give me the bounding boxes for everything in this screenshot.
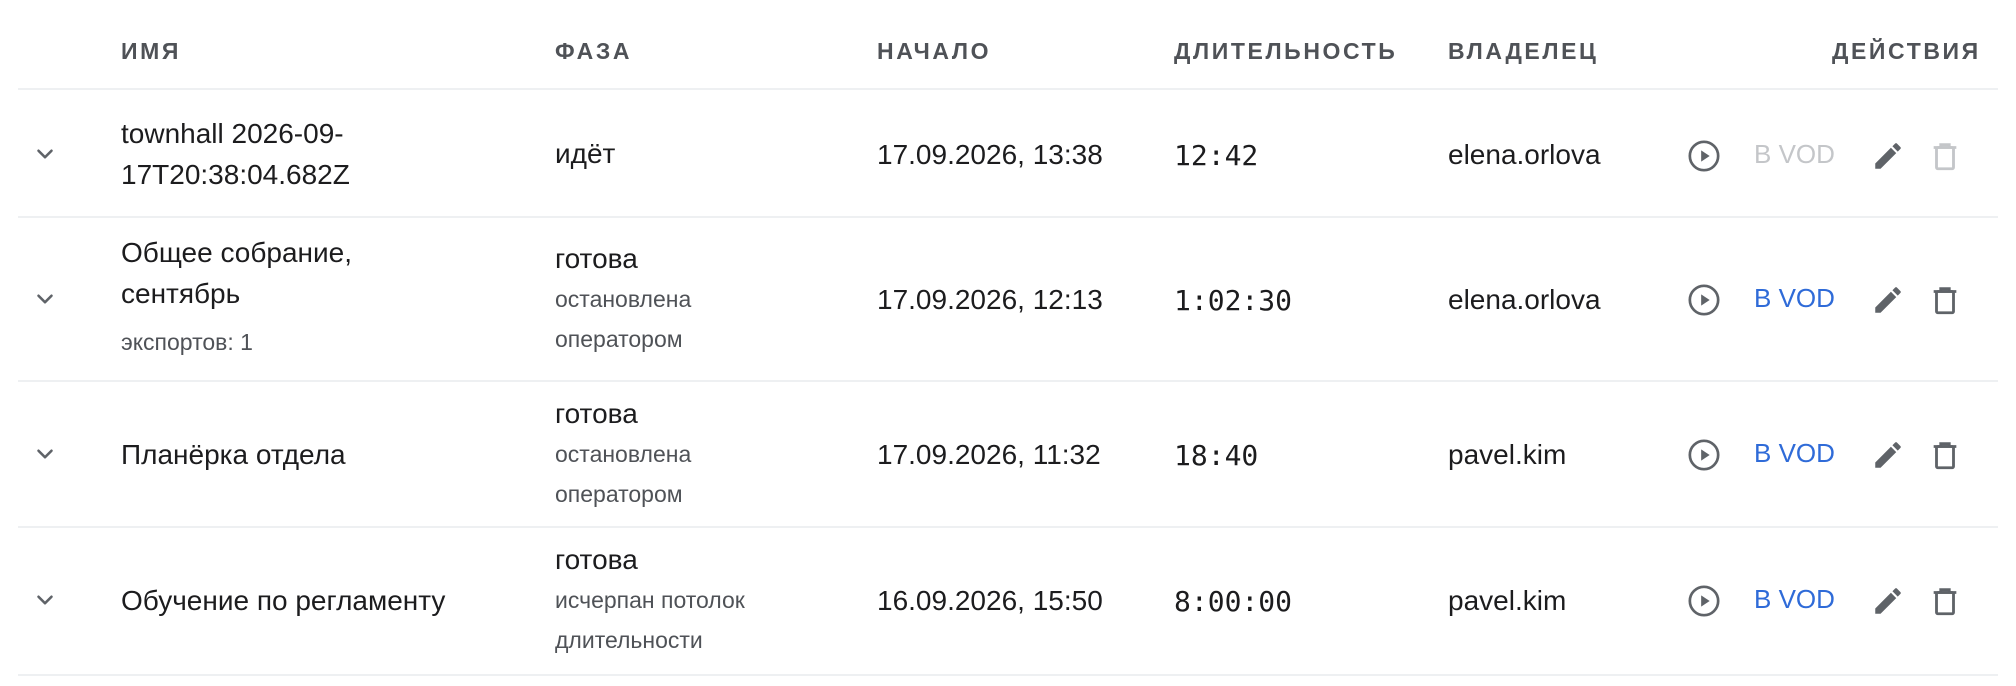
play-circle-icon[interactable]	[1687, 283, 1721, 317]
column-header-start[interactable]: НАЧАЛО	[877, 38, 991, 65]
recording-name[interactable]: townhall 2026-09- 17T20:38:04.682Z	[121, 113, 350, 195]
start-time: 16.09.2026, 15:50	[877, 585, 1103, 616]
table-row: Обучение по регламенту готова исчерпан п…	[18, 526, 1998, 676]
phase-cell: готова остановлена оператором	[555, 394, 691, 514]
column-header-phase[interactable]: ФАЗА	[555, 38, 632, 65]
to-vod-button[interactable]: В VOD	[1754, 584, 1835, 615]
duration: 18:40	[1174, 439, 1259, 472]
owner: pavel.kim	[1448, 585, 1567, 616]
trash-icon[interactable]	[1928, 584, 1962, 618]
phase-reason: остановлена оператором	[555, 441, 692, 507]
recording-name[interactable]: Общее собрание, сентябрь экспортов: 1	[121, 232, 352, 362]
pencil-icon[interactable]	[1871, 584, 1905, 618]
to-vod-button[interactable]: В VOD	[1754, 283, 1835, 314]
owner: pavel.kim	[1448, 439, 1567, 470]
column-header-actions: ДЕЙСТВИЯ	[1832, 38, 1981, 64]
recordings-table: ИМЯ ФАЗА НАЧАЛО ДЛИТЕЛЬНОСТЬ ВЛАДЕЛЕЦ ДЕ…	[0, 0, 2016, 686]
duration: 1:02:30	[1174, 284, 1293, 317]
pencil-icon[interactable]	[1871, 438, 1905, 472]
column-header-duration[interactable]: ДЛИТЕЛЬНОСТЬ	[1174, 38, 1397, 65]
owner: elena.orlova	[1448, 139, 1601, 170]
recording-name[interactable]: Обучение по регламенту	[121, 580, 445, 621]
start-time: 17.09.2026, 12:13	[877, 284, 1103, 315]
play-circle-icon[interactable]	[1687, 584, 1721, 618]
phase-label: готова	[555, 544, 638, 575]
recording-name[interactable]: Планёрка отдела	[121, 434, 346, 475]
trash-icon[interactable]	[1928, 139, 1962, 173]
trash-icon[interactable]	[1928, 283, 1962, 317]
table-row: townhall 2026-09- 17T20:38:04.682Z идёт …	[18, 88, 1998, 218]
chevron-down-icon[interactable]	[32, 587, 58, 613]
trash-icon[interactable]	[1928, 438, 1962, 472]
phase-reason: исчерпан потолок длительности	[555, 587, 745, 653]
play-circle-icon[interactable]	[1687, 438, 1721, 472]
pencil-icon[interactable]	[1871, 283, 1905, 317]
duration: 12:42	[1174, 139, 1259, 172]
play-circle-icon[interactable]	[1687, 139, 1721, 173]
start-time: 17.09.2026, 11:32	[877, 439, 1101, 470]
table-row: Общее собрание, сентябрь экспортов: 1 го…	[18, 216, 1998, 382]
column-header-name[interactable]: ИМЯ	[121, 38, 181, 65]
phase-cell: готова остановлена оператором	[555, 239, 691, 359]
pencil-icon[interactable]	[1871, 139, 1905, 173]
phase-label: идёт	[555, 138, 616, 169]
start-time: 17.09.2026, 13:38	[877, 139, 1103, 170]
duration: 8:00:00	[1174, 585, 1293, 618]
phase-reason: остановлена оператором	[555, 286, 692, 352]
column-header-owner[interactable]: ВЛАДЕЛЕЦ	[1448, 38, 1598, 65]
phase-label: готова	[555, 243, 638, 274]
chevron-down-icon[interactable]	[32, 441, 58, 467]
exports-count: экспортов: 1	[121, 329, 253, 355]
phase-label: готова	[555, 398, 638, 429]
chevron-down-icon[interactable]	[32, 286, 58, 312]
phase-cell: готова исчерпан потолок длительности	[555, 540, 745, 660]
to-vod-button[interactable]: В VOD	[1754, 139, 1835, 170]
table-row: Планёрка отдела готова остановлена опера…	[18, 380, 1998, 528]
to-vod-button[interactable]: В VOD	[1754, 438, 1835, 469]
table-header: ИМЯ ФАЗА НАЧАЛО ДЛИТЕЛЬНОСТЬ ВЛАДЕЛЕЦ ДЕ…	[0, 0, 2016, 89]
chevron-down-icon[interactable]	[32, 141, 58, 167]
owner: elena.orlova	[1448, 284, 1601, 315]
